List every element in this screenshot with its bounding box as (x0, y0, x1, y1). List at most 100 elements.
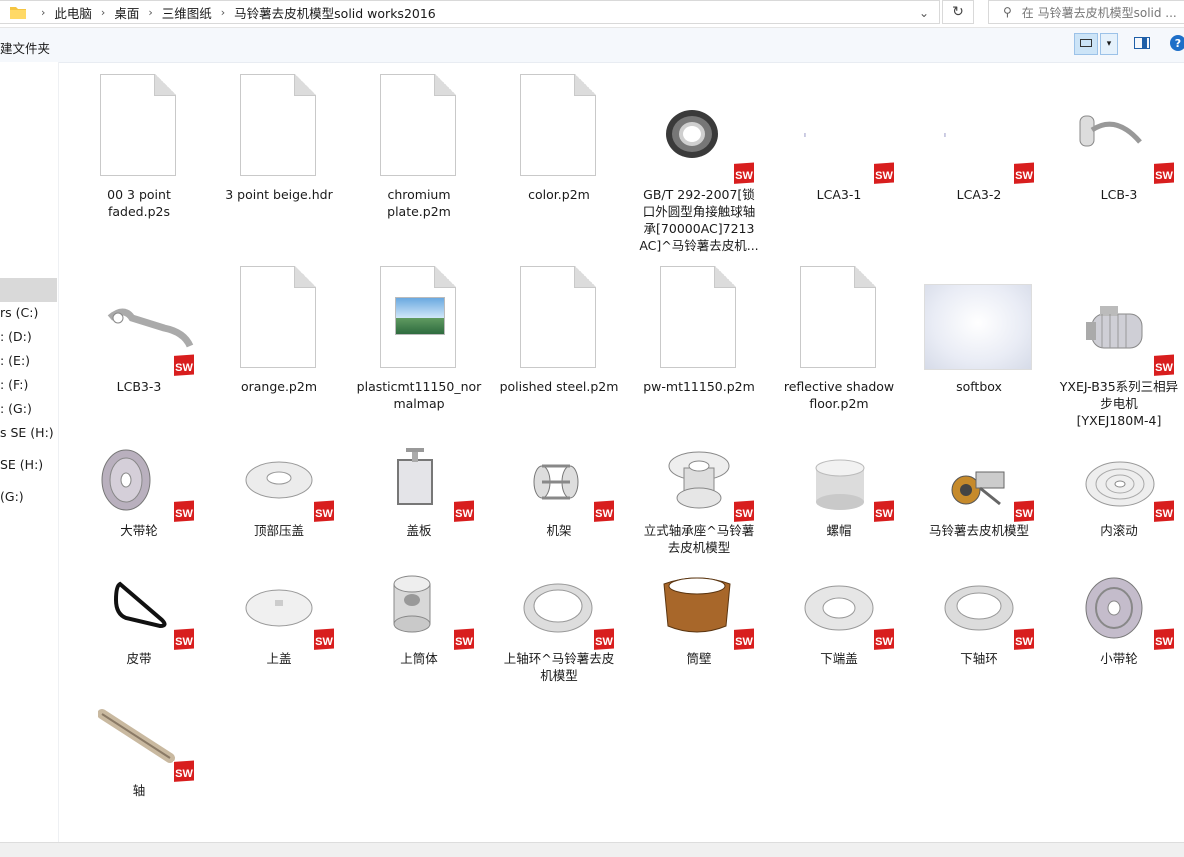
motor-thumbnail (1086, 306, 1143, 349)
svg-text:SW: SW (595, 508, 613, 520)
file-item[interactable]: 3 point beige.hdr (214, 74, 344, 224)
nav-drive-h-2[interactable]: SE (H:) (0, 457, 43, 472)
svg-text:ı: ı (944, 131, 946, 138)
address-row: › 此电脑 › 桌面 › 三维图纸 › 马铃薯去皮机模型solid works2… (0, 0, 1184, 28)
svg-text:SW: SW (1155, 508, 1173, 520)
file-item[interactable]: SW 上筒体 (354, 572, 484, 722)
file-item[interactable]: ı SW LCA3-1 (774, 74, 904, 224)
file-name: 3 point beige.hdr (225, 187, 333, 202)
file-item[interactable]: 00 3 point faded.p2s (74, 74, 204, 224)
file-name: LCA3-2 (956, 187, 1002, 202)
solidworks-badge-icon: SW (453, 628, 475, 651)
breadcrumb-current-folder[interactable]: 马铃薯去皮机模型solid works2016 (234, 3, 436, 22)
solidworks-badge-icon: SW (1013, 500, 1035, 523)
nav-drive-g[interactable]: : (G:) (0, 401, 32, 416)
nav-drive-f[interactable]: : (F:) (0, 377, 28, 392)
solidworks-badge-icon: SW (1013, 162, 1035, 185)
solidworks-badge-icon: SW (873, 500, 895, 523)
file-item[interactable]: SW 上轴环^马铃薯去皮 机模型 (494, 572, 624, 722)
svg-text:SW: SW (1015, 508, 1033, 520)
solidworks-badge-icon: SW (313, 500, 335, 523)
file-name: LCA3-1 (816, 187, 862, 202)
svg-text:SW: SW (175, 508, 193, 520)
svg-text:SW: SW (735, 508, 753, 520)
file-item[interactable]: SW GB/T 292-2007[锁 口外圆型角接触球轴 承[70000AC]7213… (634, 74, 764, 253)
file-name: 立式轴承座^马铃薯 (643, 523, 755, 538)
file-item[interactable]: SW 下轴环 (914, 572, 1044, 722)
softbox-thumbnail (924, 284, 1032, 370)
nav-drive-h[interactable]: s SE (H:) (0, 425, 54, 440)
file-item[interactable]: SW 上盖 (214, 572, 344, 722)
file-item[interactable]: SW 小带轮 (1054, 572, 1184, 722)
file-item[interactable]: ı SW LCA3-2 (914, 74, 1044, 224)
file-item[interactable]: SW 皮带 (74, 572, 204, 722)
nut-thumbnail (815, 459, 865, 510)
file-item[interactable]: chromium plate.p2m (354, 74, 484, 224)
file-name: 皮带 (126, 651, 152, 666)
search-input[interactable]: ⚲ 在 马铃薯去皮机模型solid ... (988, 0, 1184, 24)
chevron-right-icon[interactable]: › (221, 6, 225, 19)
file-name: polished steel.p2m (499, 379, 619, 394)
help-button[interactable]: ? (1170, 35, 1184, 51)
large-icons-view-button[interactable] (1074, 33, 1098, 55)
part-thumbnail: ı (944, 131, 946, 138)
new-folder-button[interactable]: 建文件夹 (0, 38, 50, 57)
file-name: 上轴环^马铃薯去皮 (503, 651, 615, 666)
breadcrumb-3d-drawings[interactable]: 三维图纸 (162, 3, 212, 22)
nav-selected-item[interactable] (0, 278, 57, 302)
file-name: pw-mt11150.p2m (643, 379, 755, 394)
file-name: 顶部压盖 (253, 523, 304, 538)
svg-text:SW: SW (175, 768, 193, 780)
address-bar[interactable]: › 此电脑 › 桌面 › 三维图纸 › 马铃薯去皮机模型solid works2… (0, 0, 940, 24)
file-name: LCB-3 (1100, 187, 1138, 202)
file-item[interactable]: SW 筒壁 (634, 572, 764, 722)
refresh-button[interactable]: ↻ (942, 0, 974, 24)
nav-drive-d[interactable]: : (D:) (0, 329, 32, 344)
nav-drive-g-2[interactable]: (G:) (0, 489, 24, 504)
chevron-down-icon[interactable]: ⌄ (912, 1, 936, 25)
file-item[interactable]: pw-mt11150.p2m (634, 266, 764, 416)
svg-text:SW: SW (595, 636, 613, 648)
file-item[interactable]: SW LCB-3 (1054, 74, 1184, 224)
command-bar: 建文件夹 ▾ ? (0, 28, 1184, 63)
svg-text:SW: SW (1155, 636, 1173, 648)
file-item[interactable]: plasticmt11150_nor malmap (354, 266, 484, 416)
nav-drive-e[interactable]: : (E:) (0, 353, 30, 368)
solidworks-badge-icon: SW (1153, 500, 1175, 523)
cover-ring-thumbnail (245, 461, 313, 499)
status-bar (0, 842, 1184, 857)
file-name: 上筒体 (400, 651, 438, 666)
breadcrumb-desktop[interactable]: 桌面 (114, 3, 139, 22)
file-name: YXEJ-B35系列三相异 (1059, 379, 1179, 394)
cylinder-body-thumbnail (393, 575, 431, 633)
search-icon: ⚲ (1003, 5, 1012, 19)
breadcrumb-this-pc[interactable]: 此电脑 (54, 3, 92, 22)
file-name: LCB3-3 (116, 379, 162, 394)
file-item[interactable]: SW LCB3-3 (74, 266, 204, 416)
file-item[interactable]: softbox (914, 266, 1044, 416)
file-item[interactable]: color.p2m (494, 74, 624, 224)
chevron-right-icon[interactable]: › (101, 6, 105, 19)
file-item[interactable]: reflective shadow floor.p2m (774, 266, 904, 416)
file-item[interactable]: SW YXEJ-B35系列三相异 步电机 [YXEJ180M-4] (1054, 266, 1184, 428)
file-name: faded.p2s (108, 204, 170, 219)
nav-drive-c[interactable]: rs (C:) (0, 305, 38, 320)
file-item[interactable]: SW 轴 (74, 704, 204, 854)
document-icon (380, 74, 456, 176)
end-cap-thumbnail (804, 585, 874, 631)
svg-text:SW: SW (1155, 362, 1173, 374)
solidworks-badge-icon: SW (1153, 162, 1175, 185)
file-item[interactable]: orange.p2m (214, 266, 344, 416)
chevron-down-icon: ▾ (1106, 39, 1112, 49)
file-name: 马铃薯去皮机模型 (928, 523, 1029, 538)
file-item[interactable]: SW 下端盖 (774, 572, 904, 722)
svg-text:SW: SW (875, 508, 893, 520)
chevron-right-icon[interactable]: › (148, 6, 152, 19)
file-item[interactable]: polished steel.p2m (494, 266, 624, 416)
preview-pane-button[interactable] (1134, 37, 1150, 49)
document-icon (520, 74, 596, 176)
file-name: 机架 (546, 523, 572, 538)
file-name: 内滚动 (1100, 523, 1138, 538)
view-options-button[interactable]: ▾ (1100, 33, 1118, 55)
folder-icon (10, 6, 26, 19)
